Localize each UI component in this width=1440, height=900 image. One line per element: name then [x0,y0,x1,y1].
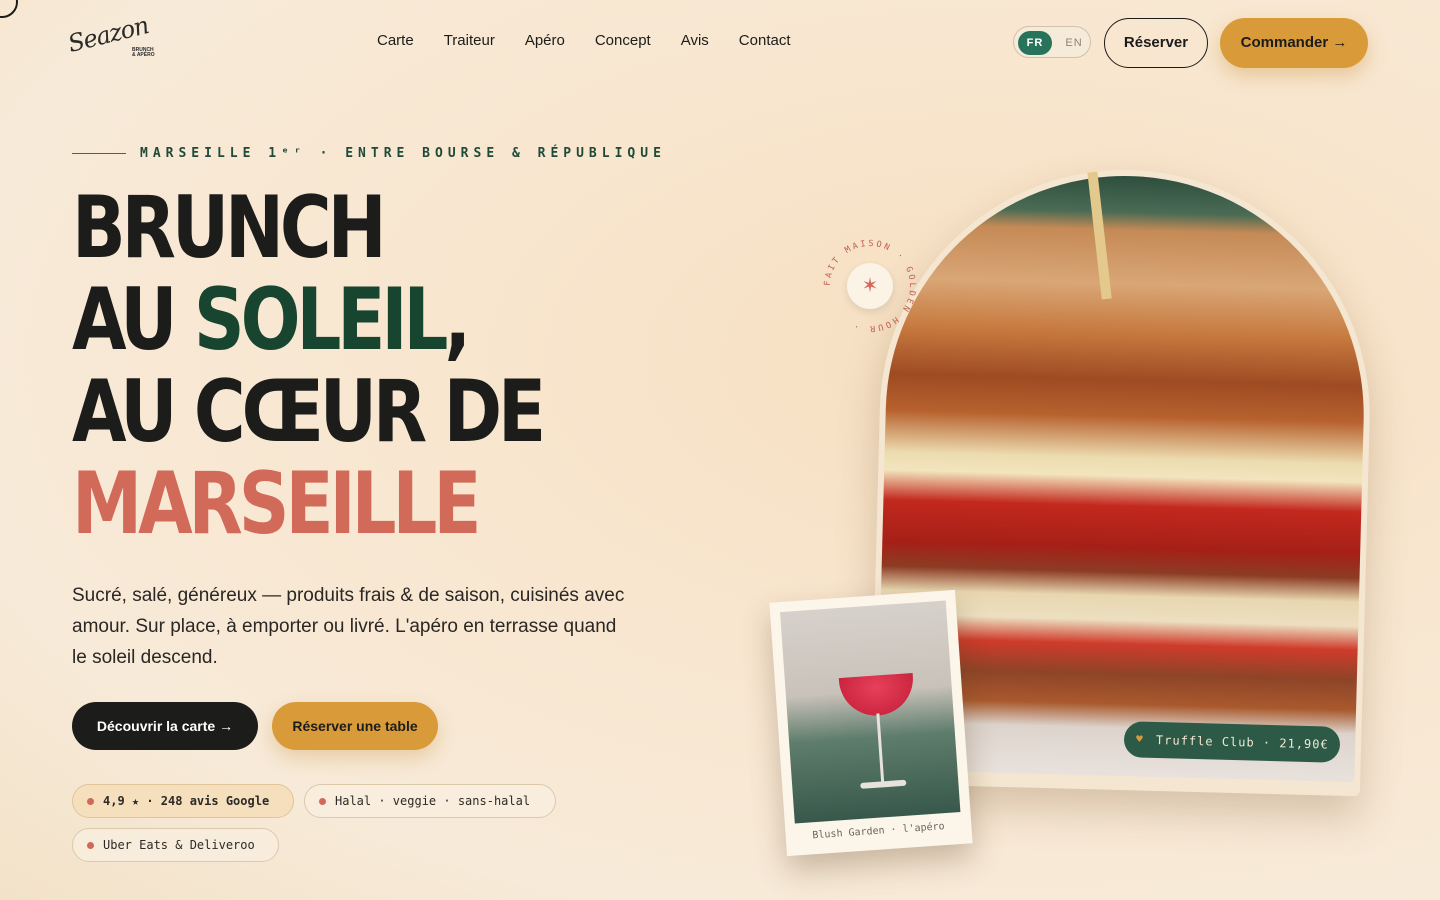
cocktail-glass [838,672,916,719]
hero-eyebrow: MARSEILLE 1ᵉʳ · ENTRE BOURSE & RÉPUBLIQU… [72,146,666,161]
lang-en[interactable]: EN [1062,31,1086,55]
hero-lead: Sucré, salé, généreux — produits frais &… [72,585,625,668]
headline-marseille: MARSEILLE [72,454,482,554]
glass-stem [876,713,885,784]
fait-maison-badge: FAIT MAISON · GOLDEN HOUR · ✶ [822,238,918,334]
book-table-button[interactable]: Réserver une table [272,702,438,750]
eyebrow-rule [72,153,126,154]
headline-line-1: BRUNCH [72,178,387,278]
rating-chip: 4,9 ★ · 248 avis Google [72,784,294,818]
cocktail-photo [780,600,961,824]
logo-subtitle: BRUNCH & APÉRO [132,47,155,58]
heart-icon: ♥ [1135,732,1144,746]
reserve-button[interactable]: Réserver [1104,18,1208,68]
discover-menu-button[interactable]: Découvrir la carte → [72,702,258,750]
nav-item-contact[interactable]: Contact [739,32,791,49]
lang-fr[interactable]: FR [1018,31,1052,55]
delivery-chip: Uber Eats & Deliveroo [72,828,279,862]
hero-headline: BRUNCH AU SOLEIL, AU CŒUR DE MARSEILLE [72,182,546,550]
eyebrow-text: MARSEILLE 1ᵉʳ · ENTRE BOURSE & RÉPUBLIQU… [140,146,666,161]
dish-price-tag: ♥ Truffle Club · 21,90€ [1123,721,1341,763]
glass-base [860,779,907,789]
headline-soleil: SOLEIL [193,270,449,370]
cocktail-polaroid: Blush Garden · l'apéro [769,589,973,857]
main-nav: Carte Traiteur Apéro Concept Avis Contac… [377,32,821,49]
nav-item-carte[interactable]: Carte [377,32,414,49]
star-icon: ✶ [847,263,893,309]
headline-comma: , [444,270,471,370]
headline-line-2a: AU [72,270,194,370]
dietary-chip: Halal · veggie · sans-halal [304,784,556,818]
nav-item-avis[interactable]: Avis [681,32,709,49]
nav-item-apero[interactable]: Apéro [525,32,565,49]
order-button[interactable]: Commander → [1220,18,1368,68]
site-header: Seazon BRUNCH & APÉRO Carte Traiteur Apé… [0,0,1440,84]
headline-line-3: AU CŒUR DE [72,362,546,462]
language-toggle[interactable]: FR EN [1013,26,1091,58]
dish-price-label: Truffle Club · 21,90€ [1155,733,1329,752]
polaroid-caption: Blush Garden · l'apéro [812,821,946,842]
nav-item-concept[interactable]: Concept [595,32,651,49]
nav-item-traiteur[interactable]: Traiteur [444,32,495,49]
brand-logo[interactable]: Seazon BRUNCH & APÉRO [65,11,158,66]
